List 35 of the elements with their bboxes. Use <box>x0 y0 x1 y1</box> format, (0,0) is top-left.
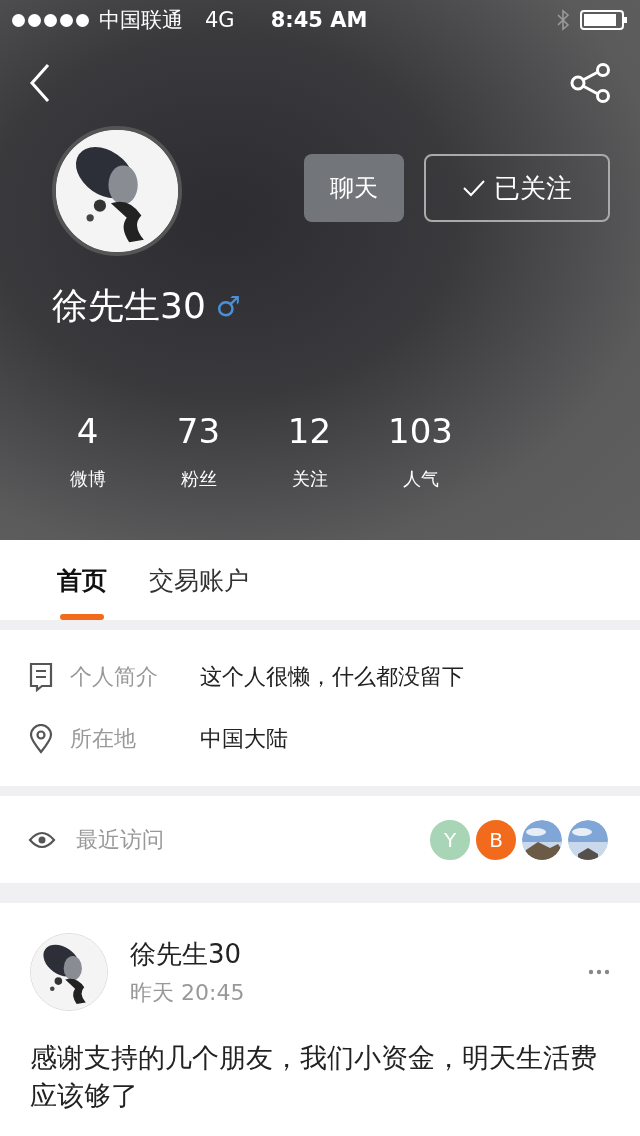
tab[interactable]: 交易账户 <box>149 540 249 620</box>
check-icon <box>462 179 486 197</box>
back-icon[interactable] <box>28 63 52 103</box>
note-icon <box>28 662 54 692</box>
bluetooth-icon <box>556 8 570 32</box>
field-value: 这个人很懒，什么都没留下 <box>200 663 464 691</box>
battery-icon <box>580 9 628 31</box>
user-name: 徐先生30 <box>52 284 206 328</box>
more-button[interactable] <box>588 969 610 975</box>
chat-button[interactable]: 聊天 <box>304 154 404 222</box>
stat-value: 12 <box>287 411 332 451</box>
gender-symbol: ♂ <box>215 290 241 323</box>
stat-label: 关注 <box>291 467 328 491</box>
tab[interactable]: 首页 <box>57 540 107 620</box>
location-pin-icon <box>28 724 54 754</box>
carrier-label: 中国联通 <box>99 7 183 34</box>
post-text: 感谢支持的几个朋友，我们小资金，明天生活费应该够了 <box>30 1041 598 1113</box>
signal-icon <box>12 13 89 27</box>
eye-icon <box>28 829 56 850</box>
stat-value: 73 <box>176 411 221 451</box>
field-label: 个人简介 <box>70 663 159 691</box>
stat-label: 粉丝 <box>180 467 217 491</box>
field-label: 所在地 <box>70 725 137 753</box>
post-author: 徐先生30 <box>130 937 243 971</box>
stat-value: 4 <box>76 411 99 451</box>
stat-label: 微博 <box>69 467 106 491</box>
network-label: 4G <box>205 8 235 32</box>
post-time: 昨天 20:45 <box>130 978 246 1007</box>
following-button[interactable]: 已关注 <box>424 154 610 222</box>
clock: 8:45 AM <box>270 8 368 32</box>
stat-value: 103 <box>388 411 453 451</box>
recent-visitors-label: 最近访问 <box>76 825 165 854</box>
field-value: 中国大陆 <box>200 725 288 753</box>
stat-label: 人气 <box>402 467 439 491</box>
share-icon[interactable] <box>570 63 612 103</box>
